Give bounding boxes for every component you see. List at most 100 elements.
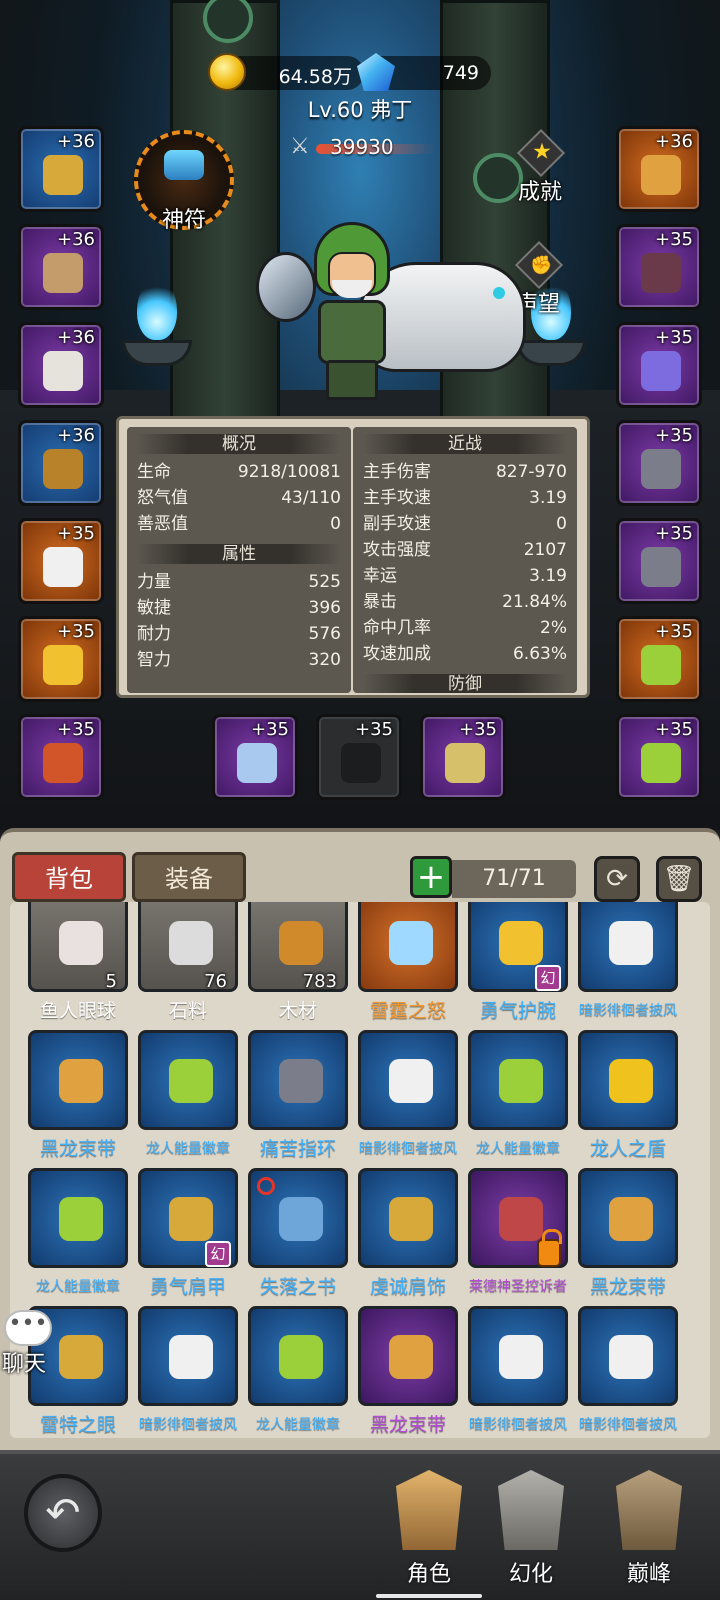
tab-bag[interactable]: 背包 xyxy=(12,852,126,902)
equip-slot-left-1[interactable]: +36 xyxy=(18,126,104,212)
equip-slot-left-6[interactable]: +35 xyxy=(18,616,104,702)
book-icon xyxy=(279,1197,323,1241)
inventory-item[interactable]: 幻勇气肩甲 xyxy=(138,1168,238,1300)
item-name: 暗影徘徊者披风 xyxy=(469,1417,567,1433)
inventory-item[interactable]: 5 鱼人眼球 xyxy=(28,902,128,1024)
nav-transmog-label: 幻化 xyxy=(508,1562,553,1587)
equip-slot-weapon-3[interactable]: +35 xyxy=(420,714,506,800)
shoulder-armor-icon xyxy=(59,1335,103,1379)
stat-value: 525 xyxy=(308,572,341,592)
item-frame: 783 xyxy=(248,902,348,992)
amulet-icon xyxy=(59,1197,103,1241)
gold-counter[interactable]: 64.58万 xyxy=(208,53,364,91)
talisman-icon xyxy=(164,150,204,180)
gem-icon xyxy=(357,53,395,91)
stat-value: 0 xyxy=(330,514,341,534)
enhance-level: +35 xyxy=(459,719,497,740)
item-name: 木材 xyxy=(278,1000,317,1022)
bracer-icon xyxy=(43,645,83,685)
inventory-item[interactable]: 失落之书 xyxy=(248,1168,348,1300)
equip-slot-left-7[interactable]: +35 xyxy=(18,714,104,800)
equip-slot-left-3[interactable]: +36 xyxy=(18,322,104,408)
wolf-crest-icon xyxy=(498,1470,564,1550)
gauntlet-icon xyxy=(43,351,83,391)
item-name: 龙人能量徽章 xyxy=(256,1417,340,1433)
inventory-item[interactable]: 龙人能量徽章 xyxy=(138,1030,238,1162)
inventory-item[interactable]: 龙人能量徽章 xyxy=(248,1306,348,1438)
achievement-button[interactable]: 成就 xyxy=(510,128,570,206)
equip-slot-left-2[interactable]: +36 xyxy=(18,224,104,310)
inventory-item[interactable]: 暗影徘徊者披风 xyxy=(138,1306,238,1438)
gem-counter[interactable]: 749 xyxy=(357,53,491,91)
item-name: 暗影徘徊者披风 xyxy=(359,1141,457,1157)
equip-slot-right-5[interactable]: +35 xyxy=(616,518,702,604)
item-name: 暗影徘徊者披风 xyxy=(579,1003,677,1019)
inventory-item[interactable]: 雷霆之怒 xyxy=(358,902,458,1024)
cloak-icon xyxy=(169,1335,213,1379)
inventory-item[interactable]: 暗影徘徊者披风 xyxy=(578,902,678,1024)
stats-left-column: 概况 生命 9218/10081 怒气值 43/110 善恶值 0 属性 力量 525 敏捷 3… xyxy=(127,427,351,693)
item-name: 黑龙束带 xyxy=(369,1414,446,1436)
inventory-item[interactable]: 龙人之盾 xyxy=(578,1030,678,1162)
equip-slot-weapon-1[interactable]: +35 xyxy=(212,714,298,800)
cloak-icon xyxy=(389,1059,433,1103)
amulet-icon xyxy=(279,1335,323,1379)
inventory-item[interactable]: 暗影徘徊者披风 xyxy=(358,1030,458,1162)
enhance-level: +35 xyxy=(655,523,693,544)
enhance-level: +35 xyxy=(655,719,693,740)
nav-tab-peak[interactable]: 巅峰 xyxy=(594,1466,704,1600)
equip-slot-right-7[interactable]: +35 xyxy=(616,714,702,800)
hero-character[interactable] xyxy=(256,222,536,412)
stat-value: 3.19 xyxy=(529,488,567,508)
inventory-item[interactable]: 暗影徘徊者披风 xyxy=(468,1306,568,1438)
item-frame: 幻 xyxy=(468,902,568,992)
combat-power-value: 39930 xyxy=(330,135,394,159)
equip-slot-right-4[interactable]: +35 xyxy=(616,420,702,506)
inventory-item[interactable]: 783 木材 xyxy=(248,902,348,1024)
inventory-item[interactable]: 龙人能量徽章 xyxy=(28,1168,128,1300)
inventory-item[interactable]: 黑龙束带 xyxy=(358,1306,458,1438)
stat-row: 敏捷 396 xyxy=(127,595,351,621)
expand-bag-button[interactable]: + xyxy=(410,856,452,898)
inventory-item[interactable]: 莱德神圣控诉者 xyxy=(468,1168,568,1300)
inventory-item[interactable]: 76 石料 xyxy=(138,902,238,1024)
stat-row: 暴击 21.84% xyxy=(353,589,577,615)
inventory-item[interactable]: 黑龙束带 xyxy=(578,1168,678,1300)
item-frame xyxy=(578,1306,678,1406)
stats-panel[interactable]: 概况 生命 9218/10081 怒气值 43/110 善恶值 0 属性 力量 525 敏捷 3… xyxy=(116,416,590,698)
amulet-icon xyxy=(641,645,681,685)
item-frame xyxy=(248,1306,348,1406)
equip-slot-right-3[interactable]: +35 xyxy=(616,322,702,408)
chat-button[interactable]: ••• 聊天 xyxy=(0,1300,60,1377)
inventory-item[interactable]: 痛苦指环 xyxy=(248,1030,348,1162)
equip-slot-right-2[interactable]: +35 xyxy=(616,224,702,310)
equip-slot-left-4[interactable]: +36 xyxy=(18,420,104,506)
inventory-grid[interactable]: 5 鱼人眼球 76 石料 783 木材 雷霆之怒幻勇气护腕 暗影徘徊者披风 黑龙束带 龙人能量徽章… xyxy=(10,902,710,1438)
gloves-icon xyxy=(43,743,83,783)
inventory-item[interactable]: 龙人能量徽章 xyxy=(468,1030,568,1162)
overview-header: 概况 xyxy=(137,431,341,457)
stat-name: 敏捷 xyxy=(137,598,171,618)
inventory-item[interactable]: 暗影徘徊者披风 xyxy=(578,1306,678,1438)
stat-row: 攻击强度 2107 xyxy=(353,537,577,563)
eyeball-icon xyxy=(59,921,103,965)
equip-slot-weapon-2[interactable]: +35 xyxy=(316,714,402,800)
inventory-item[interactable]: 幻勇气护腕 xyxy=(468,902,568,1024)
sort-refresh-button[interactable]: ⟳ xyxy=(594,856,640,902)
bottom-nav: ↶ 角色 幻化 巅峰 xyxy=(0,1450,720,1600)
bag-capacity: 71/71 xyxy=(452,860,576,898)
transmog-badge: 幻 xyxy=(535,965,561,991)
equip-slot-right-1[interactable]: +36 xyxy=(616,126,702,212)
talisman-button[interactable]: 神符 xyxy=(128,126,240,238)
inventory-item[interactable]: 虔诚肩饰 xyxy=(358,1168,458,1300)
shield-icon xyxy=(609,1059,653,1103)
nav-tab-character[interactable]: 角色 xyxy=(374,1466,484,1600)
tab-equipment[interactable]: 装备 xyxy=(132,852,246,902)
equip-slot-left-5[interactable]: +35 xyxy=(18,518,104,604)
discard-button[interactable]: 🗑 xyxy=(656,856,702,902)
equip-slot-right-6[interactable]: +35 xyxy=(616,616,702,702)
nav-tab-transmog[interactable]: 幻化 xyxy=(476,1466,586,1600)
stat-row: 命中几率 2% xyxy=(353,615,577,641)
inventory-item[interactable]: 黑龙束带 xyxy=(28,1030,128,1162)
back-button[interactable]: ↶ xyxy=(24,1474,102,1552)
